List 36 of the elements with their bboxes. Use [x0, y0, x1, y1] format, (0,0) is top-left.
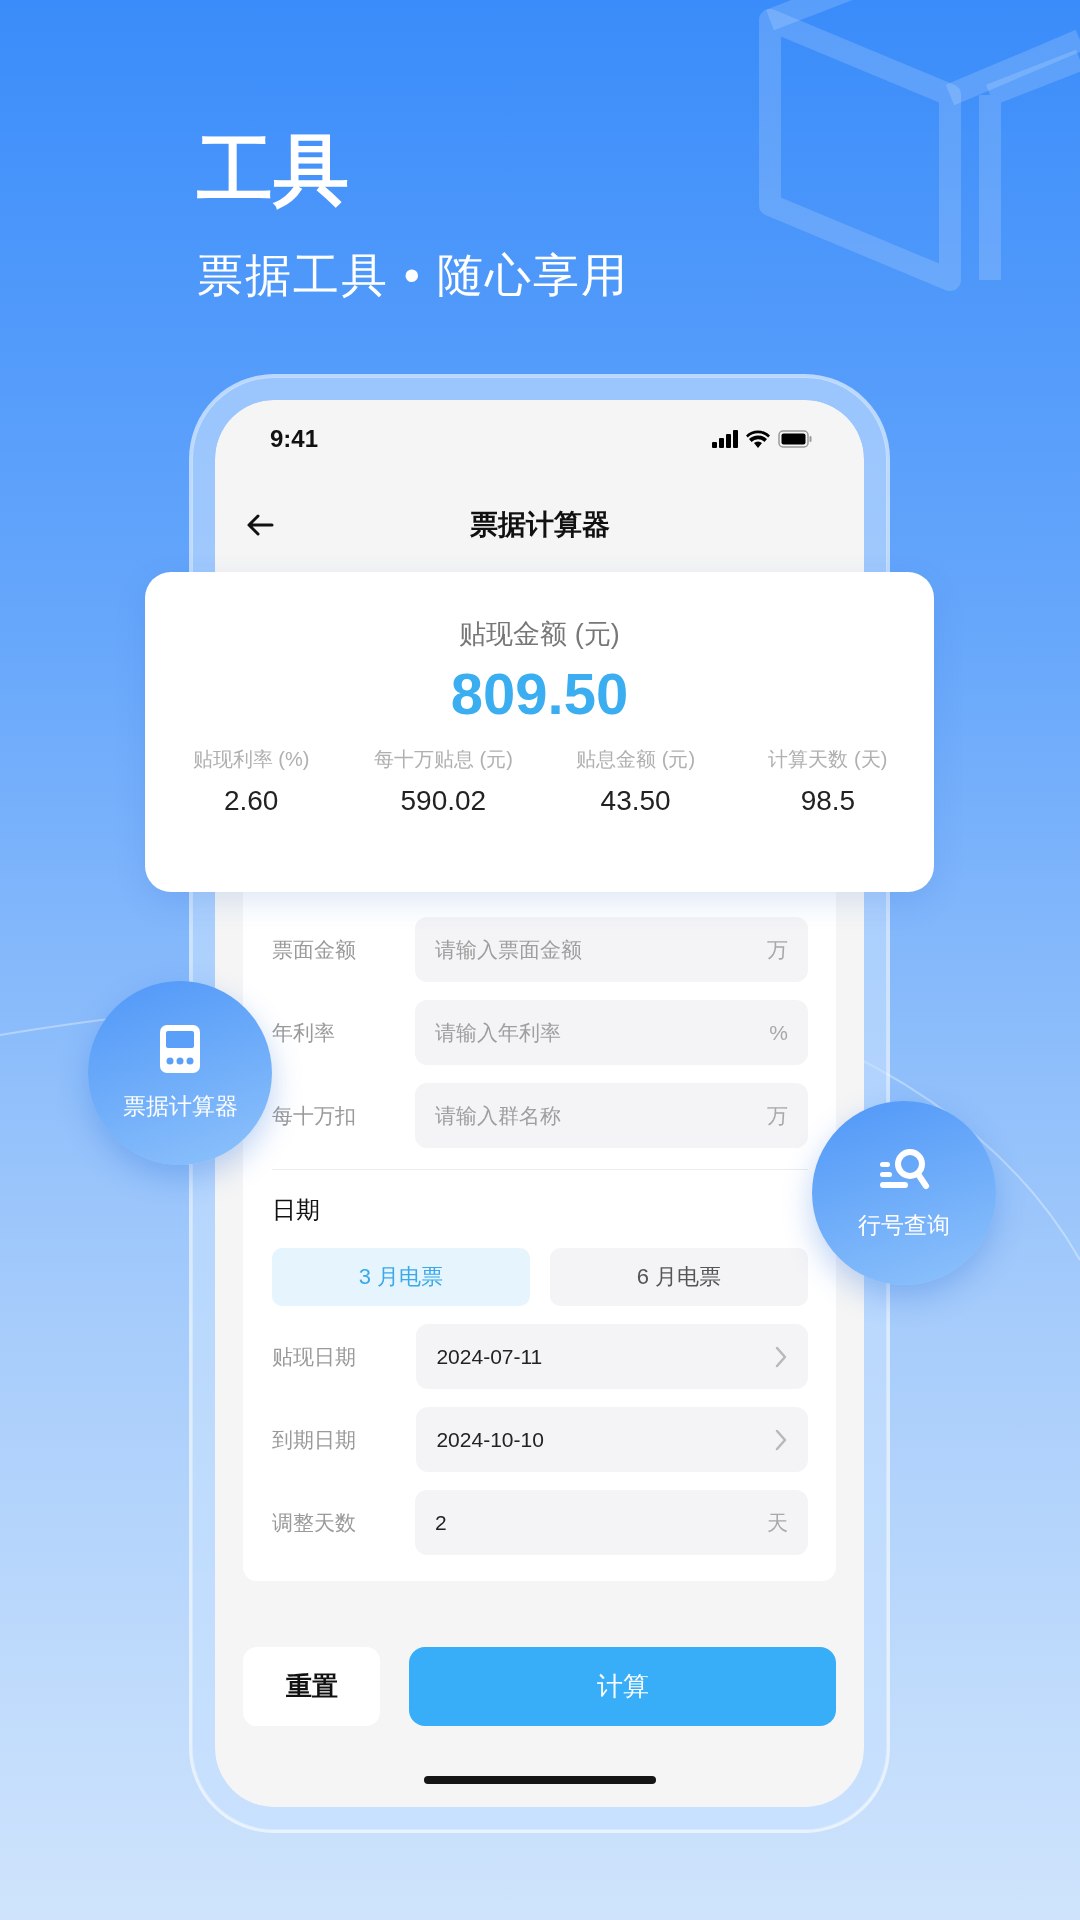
back-arrow-icon[interactable] [245, 513, 275, 537]
chevron-icon [774, 1427, 788, 1452]
field-label: 每十万扣 [272, 1102, 357, 1129]
result-label: 贴现金额 (元) [459, 618, 620, 651]
stat-value: 590.02 [400, 784, 487, 818]
field-label: 调整天数 [272, 1509, 357, 1536]
unit-label: % [769, 1020, 788, 1045]
stat-value: 2.60 [223, 784, 279, 818]
field-label: 年利率 [272, 1019, 336, 1046]
promo-title: 工具 [197, 126, 349, 214]
calculator-icon [160, 1024, 200, 1073]
stat-label: 计算天数 (天) [768, 747, 888, 772]
result-amount: 809.50 [450, 660, 629, 728]
wifi-icon [746, 430, 770, 448]
date-picker[interactable]: 2024-07-11 [416, 1324, 808, 1389]
stat-label: 贴息金额 (元) [576, 747, 696, 772]
stat-value: 43.50 [600, 784, 671, 818]
unit-label: 天 [767, 1510, 788, 1535]
signal-icon [712, 430, 738, 448]
battery-icon [778, 430, 812, 448]
unit-label: 万 [767, 1103, 788, 1128]
date-picker[interactable]: 2024-10-10 [416, 1407, 808, 1472]
promo-subtitle: 票据工具 • 随心享用 [197, 248, 629, 303]
stat-value: 98.5 [800, 784, 856, 818]
field-label: 贴现日期 [272, 1343, 357, 1370]
ticket-type-tab[interactable]: 6 月电票 [550, 1248, 808, 1306]
chevron-icon [774, 1344, 788, 1369]
page-title: 票据计算器 [469, 509, 610, 540]
reset-button[interactable]: 重置 [243, 1647, 380, 1726]
field-label: 到期日期 [272, 1426, 357, 1453]
unit-label: 万 [767, 937, 788, 962]
field-label: 票面金额 [272, 936, 357, 963]
section-title: 日期 [272, 1196, 320, 1223]
stat-label: 贴现利率 (%) [192, 747, 310, 772]
stat-label: 每十万贴息 (元) [373, 747, 513, 772]
status-time: 9:41 [270, 425, 319, 453]
